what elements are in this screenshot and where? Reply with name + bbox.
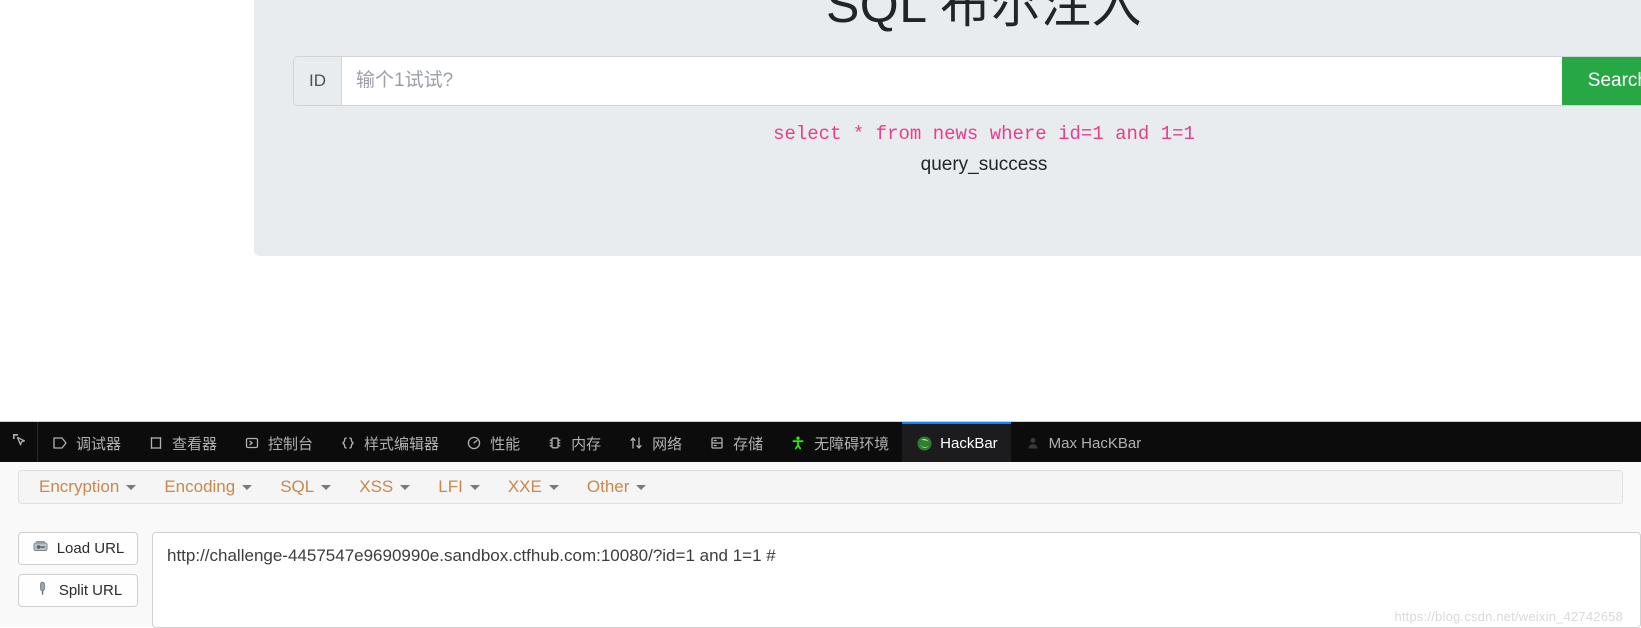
hackbar-menubar: Encryption Encoding SQL XSS LFI XXE Othe… [18,470,1623,504]
hackbar-menu-label: Other [586,477,630,496]
hackbar-menu-label: Encoding [164,477,236,496]
debugger-icon [51,434,69,452]
chevron-down-icon [636,484,647,490]
devtools-tab-style-editor[interactable]: 样式编辑器 [326,422,452,462]
id-search-input[interactable] [342,57,1562,105]
load-url-button[interactable]: Load URL [18,532,138,565]
performance-icon [465,434,483,452]
hackbar-menu-lfi[interactable]: LFI [424,472,494,502]
chevron-down-icon [400,484,411,490]
devtools-tab-label: Max HacKBar [1048,434,1142,452]
hackbar-menu-label: SQL [280,477,315,496]
watermark-text: https://blog.csdn.net/weixin_42742658 [1394,609,1623,624]
split-url-icon [34,580,51,601]
hackbar-menu-xxe[interactable]: XXE [494,472,573,502]
devtools-tab-console[interactable]: 控制台 [230,422,326,462]
search-button[interactable]: Search [1561,57,1641,105]
devtools-tabbar: 调试器 查看器 控制台 样式编辑器 性能 内存 网络 存储 无障碍环境 Hack… [0,422,1641,462]
page-title: SQL 布尔注入 [825,0,1143,33]
devtools-tab-label: 样式编辑器 [364,435,440,453]
devtools-tab-label: 控制台 [268,435,314,453]
element-picker-icon [10,431,28,454]
split-url-label: Split URL [58,582,123,599]
browser-content-area: SQL 布尔注入 ID Search select * from news wh… [0,0,1641,420]
split-url-button[interactable]: Split URL [18,574,138,607]
hackbar-menu-other[interactable]: Other [573,472,661,502]
hackbar-body: Load URL Split URL http://challenge-4457… [0,522,1641,628]
devtools-tab-label: 性能 [490,435,521,453]
query-status-text: query_success [920,154,1048,175]
devtools-tab-inspector[interactable]: 查看器 [134,422,230,462]
chevron-down-icon [242,484,253,490]
hackbar-menu-encryption[interactable]: Encryption [25,472,150,502]
sql-query-echo: select * from news where id=1 and 1=1 [773,123,1195,145]
hackbar-menu-label: Encryption [39,477,120,496]
element-picker-button[interactable] [0,422,38,462]
hackbar-menu-encoding[interactable]: Encoding [150,472,266,502]
devtools-tab-memory[interactable]: 内存 [533,422,614,462]
devtools-tab-label: 存储 [733,435,764,453]
devtools-tab-max-hackbar[interactable]: Max HacKBar [1011,422,1155,462]
hackbar-menu-xss[interactable]: XSS [345,472,424,502]
challenge-jumbotron: SQL 布尔注入 ID Search select * from news wh… [254,0,1641,256]
devtools-panel: 调试器 查看器 控制台 样式编辑器 性能 内存 网络 存储 无障碍环境 Hack… [0,421,1641,628]
chevron-down-icon [321,484,332,490]
devtools-tab-label: 内存 [571,435,602,453]
chevron-down-icon [126,484,137,490]
style-editor-icon [339,434,357,452]
hackbar-action-buttons: Load URL Split URL [18,532,138,628]
hackbar-menu-label: XSS [359,477,394,496]
devtools-tab-accessibility[interactable]: 无障碍环境 [776,422,902,462]
devtools-tab-debugger[interactable]: 调试器 [38,422,134,462]
devtools-tab-label: 调试器 [76,435,122,453]
devtools-tab-label: 无障碍环境 [814,435,890,453]
storage-icon [708,434,726,452]
chevron-down-icon [548,484,559,490]
memory-icon [546,434,564,452]
id-search-group: ID Search [294,57,1641,105]
accessibility-icon [789,434,807,452]
devtools-tab-network[interactable]: 网络 [614,422,695,462]
hackbar-url-value: http://challenge-4457547e9690990e.sandbo… [167,546,776,565]
devtools-tab-label: 网络 [652,435,683,453]
network-icon [627,434,645,452]
hackbar-menu-label: XXE [507,477,542,496]
devtools-tab-performance[interactable]: 性能 [452,422,533,462]
chevron-down-icon [469,484,480,490]
hackbar-menu-sql[interactable]: SQL [266,472,345,502]
devtools-tab-storage[interactable]: 存储 [695,422,776,462]
devtools-tab-hackbar[interactable]: HackBar [902,422,1011,462]
inspector-icon [147,434,165,452]
hackbar-icon [915,434,933,452]
load-url-icon [32,538,49,559]
max-hackbar-icon [1024,434,1042,452]
id-input-addon-label: ID [294,57,342,105]
load-url-label: Load URL [56,540,125,557]
devtools-tab-label: HackBar [940,434,998,452]
console-icon [243,434,261,452]
hackbar-menu-label: LFI [438,477,463,496]
devtools-tab-label: 查看器 [172,435,218,453]
